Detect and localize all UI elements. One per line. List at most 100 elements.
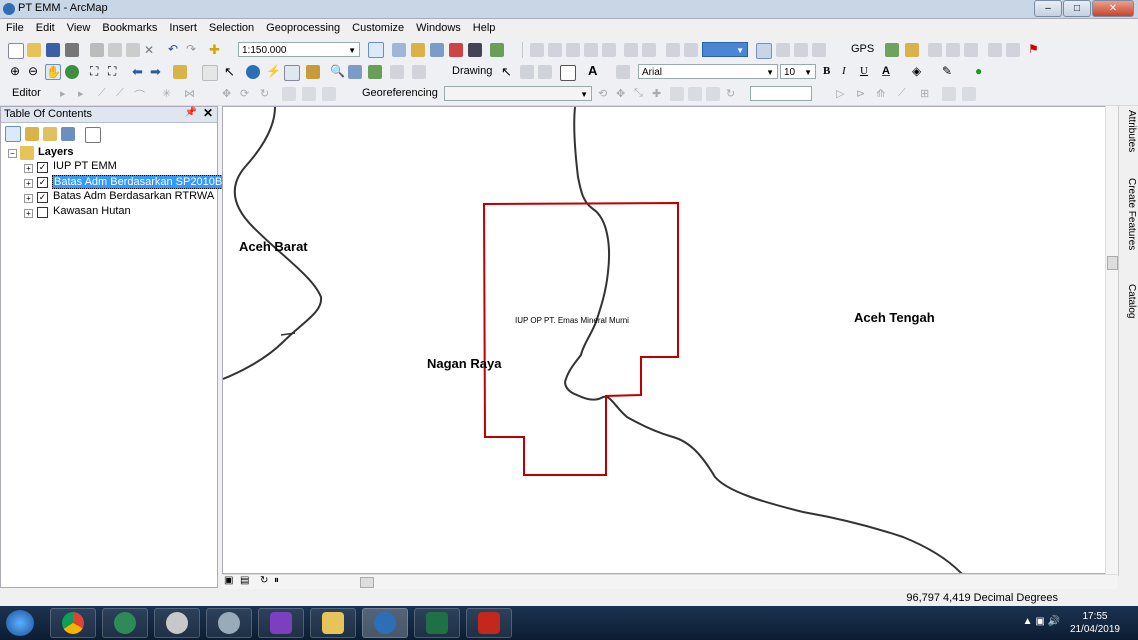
- georeferencing-menu[interactable]: Georeferencing: [362, 87, 438, 99]
- zoom-percent-combo[interactable]: ▼: [702, 42, 748, 57]
- windows-start-icon[interactable]: [6, 610, 34, 636]
- georef-layer-combo[interactable]: ▼: [444, 86, 592, 101]
- modelbuilder-icon[interactable]: [490, 43, 504, 57]
- hyperlink-icon[interactable]: ⚡: [266, 64, 281, 78]
- time-slider-icon[interactable]: [368, 65, 382, 79]
- sketch-properties-icon[interactable]: [302, 87, 316, 101]
- taskbar-file-explorer[interactable]: [310, 608, 356, 638]
- edit-vertices-icon[interactable]: [616, 65, 630, 79]
- menu-bookmarks[interactable]: Bookmarks: [96, 19, 163, 38]
- scroll-thumb[interactable]: [1107, 256, 1118, 270]
- layer-visibility-checkbox[interactable]: ✓: [37, 177, 48, 188]
- close-button[interactable]: ✕: [1092, 0, 1134, 17]
- menu-view[interactable]: View: [61, 19, 97, 38]
- expand-icon[interactable]: +: [24, 209, 33, 218]
- cogo-icon[interactable]: ⟋: [898, 87, 912, 101]
- zoom-to-selected-elements-icon[interactable]: [538, 65, 552, 79]
- pin-icon[interactable]: 📌: [185, 107, 197, 118]
- taskbar-google-earth[interactable]: [154, 608, 200, 638]
- create-viewer-icon[interactable]: [390, 65, 404, 79]
- copy-icon[interactable]: [108, 43, 122, 57]
- layout-zoom-out-icon[interactable]: [548, 43, 562, 57]
- font-size-combo[interactable]: 10 ▼: [780, 64, 816, 79]
- save-icon[interactable]: [46, 43, 60, 57]
- menu-customize[interactable]: Customize: [346, 19, 410, 38]
- measure-route-icon[interactable]: ⊳: [856, 87, 870, 101]
- marker-color-icon[interactable]: ●: [975, 64, 989, 78]
- layer-visibility-checkbox[interactable]: ✓: [37, 192, 48, 203]
- redo-icon[interactable]: ↷: [186, 42, 200, 56]
- drawing-select-icon[interactable]: ↖: [501, 64, 515, 79]
- drawing-menu[interactable]: Drawing: [452, 65, 492, 77]
- expand-icon[interactable]: +: [24, 179, 33, 188]
- paste-icon[interactable]: [126, 43, 140, 57]
- viewer-icon[interactable]: [688, 87, 702, 101]
- taskbar-arcmap[interactable]: [362, 608, 408, 638]
- collapse-icon[interactable]: −: [8, 149, 17, 158]
- rotate-edit-icon[interactable]: ↻: [260, 87, 274, 101]
- arctoolbox-icon[interactable]: [449, 43, 463, 57]
- trace-icon[interactable]: ⌒: [134, 87, 148, 102]
- map-canvas[interactable]: [223, 107, 1116, 573]
- underline-button[interactable]: U: [860, 65, 868, 77]
- menu-insert[interactable]: Insert: [163, 19, 203, 38]
- undo-icon[interactable]: ↶: [168, 42, 182, 56]
- tab-create-features[interactable]: Create Features: [1121, 178, 1137, 270]
- layout-zoom-in-icon[interactable]: [530, 43, 544, 57]
- rectangle-icon[interactable]: [560, 65, 576, 81]
- rotate-icon[interactable]: [520, 65, 534, 79]
- change-layout-icon[interactable]: [794, 43, 808, 57]
- list-by-drawing-order-icon[interactable]: [5, 126, 21, 142]
- minimize-button[interactable]: –: [1034, 0, 1062, 17]
- split-into-cogo-lines-icon[interactable]: [942, 87, 956, 101]
- data-view-icon[interactable]: ▤: [240, 575, 254, 589]
- map-scale-combo[interactable]: 1:150.000 ▼: [238, 42, 360, 57]
- snap-icon[interactable]: [946, 43, 960, 57]
- zoom-in-icon[interactable]: ⊕: [10, 64, 24, 78]
- expand-icon[interactable]: +: [24, 164, 33, 173]
- italic-button[interactable]: I: [842, 65, 846, 77]
- editor-toolbar-icon[interactable]: [368, 42, 384, 58]
- open-folder-icon[interactable]: [27, 43, 41, 57]
- proportion-icon[interactable]: [962, 87, 976, 101]
- pause-drawing-icon[interactable]: ⏸: [274, 575, 288, 589]
- fixed-zoom-out-icon[interactable]: [642, 43, 656, 57]
- full-view-icon[interactable]: [706, 87, 720, 101]
- catalog-window-icon[interactable]: [411, 43, 425, 57]
- full-extent-icon[interactable]: [65, 65, 79, 79]
- maximize-button[interactable]: □: [1063, 0, 1091, 17]
- reshape-icon[interactable]: ✥: [222, 87, 236, 101]
- taskbar-chrome[interactable]: [50, 608, 96, 638]
- measure-icon[interactable]: [306, 65, 320, 79]
- straight-segment-icon[interactable]: ⟋: [98, 87, 112, 101]
- cut-polygons-icon[interactable]: ⟳: [240, 87, 254, 101]
- pan-icon[interactable]: ✋: [45, 64, 61, 80]
- edit-annotation-icon[interactable]: ▸: [78, 87, 92, 101]
- scale-icon[interactable]: ⤡: [634, 87, 648, 101]
- shift-icon[interactable]: ✥: [616, 87, 630, 101]
- editor-attribute-icon[interactable]: [905, 43, 919, 57]
- html-popup-icon[interactable]: [284, 65, 300, 81]
- fixed-zoom-in-map-icon[interactable]: ⛶: [90, 64, 104, 78]
- topology-icon[interactable]: [964, 43, 978, 57]
- next-extent-icon[interactable]: [684, 43, 698, 57]
- clear-selection-icon[interactable]: [202, 65, 218, 81]
- fixed-zoom-out-map-icon[interactable]: ⛶: [108, 64, 122, 78]
- point-icon[interactable]: ✳: [162, 87, 176, 101]
- fill-color-icon[interactable]: ◈: [912, 64, 926, 78]
- select-features-icon[interactable]: [173, 65, 187, 79]
- select-elements-icon[interactable]: ↖: [224, 64, 238, 79]
- identify-icon[interactable]: [246, 65, 260, 79]
- add-control-points-icon[interactable]: ✚: [652, 87, 666, 101]
- table-of-contents-icon[interactable]: [392, 43, 406, 57]
- split-icon[interactable]: ⋈: [184, 87, 198, 101]
- cut-icon[interactable]: [90, 43, 104, 57]
- layer-visibility-checkbox[interactable]: [37, 207, 48, 218]
- tab-attributes[interactable]: Attributes: [1121, 110, 1137, 172]
- fixed-zoom-in-icon[interactable]: [624, 43, 638, 57]
- back-extent-icon[interactable]: ⬅: [132, 64, 146, 79]
- refresh-icon[interactable]: ↻: [260, 575, 274, 589]
- swipe-icon[interactable]: [412, 65, 426, 79]
- map-horizontal-scrollbar[interactable]: ▣ ▤ ↻ ⏸: [222, 574, 1117, 589]
- taskbar-clock[interactable]: 17:55 21/04/2019: [1070, 610, 1120, 636]
